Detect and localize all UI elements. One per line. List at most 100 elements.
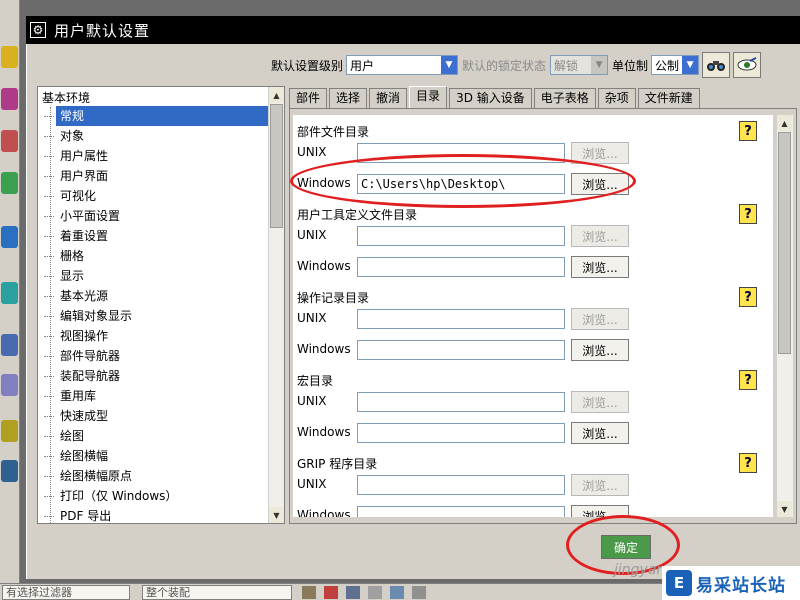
windows-browse-button[interactable]: 浏览...: [571, 339, 629, 361]
cube-icon[interactable]: [390, 585, 404, 599]
tool-icon[interactable]: [1, 460, 18, 482]
tree-item[interactable]: 显示: [44, 266, 284, 286]
windows-browse-button[interactable]: 浏览...: [571, 505, 629, 517]
tree-item[interactable]: 可视化: [44, 186, 284, 206]
windows-label: Windows: [297, 259, 351, 273]
select-icon[interactable]: [324, 585, 338, 599]
chevron-down-icon[interactable]: ▼: [441, 56, 458, 74]
tree-item[interactable]: 视图操作: [44, 326, 284, 346]
tree-item[interactable]: 用户界面: [44, 166, 284, 186]
panel-scrollbar[interactable]: ▲ ▼: [776, 115, 793, 517]
windows-path-field[interactable]: [357, 423, 565, 443]
filter-icon[interactable]: [346, 585, 360, 599]
tree-scrollbar[interactable]: ▲ ▼: [268, 87, 284, 523]
assembly-select[interactable]: 整个装配: [142, 584, 292, 600]
tool-icon[interactable]: [1, 130, 18, 152]
windows-path-field[interactable]: [357, 340, 565, 360]
scroll-up-icon[interactable]: ▲: [269, 87, 284, 103]
tree-item[interactable]: 编辑对象显示: [44, 306, 284, 326]
windows-browse-button[interactable]: 浏览...: [571, 256, 629, 278]
unit-value: 公制: [655, 58, 680, 73]
tool-icon[interactable]: [1, 46, 18, 68]
unix-browse-button: 浏览...: [571, 225, 629, 247]
tree-item[interactable]: PDF 导出: [44, 506, 284, 523]
unix-path-field[interactable]: [357, 226, 565, 246]
tree-item[interactable]: 栅格: [44, 246, 284, 266]
scroll-down-icon[interactable]: ▼: [777, 501, 792, 517]
help-icon[interactable]: ?: [739, 370, 757, 390]
unix-browse-button: 浏览...: [571, 142, 629, 164]
tab[interactable]: 部件: [289, 88, 328, 108]
directory-tab-panel: 部件文件目录? UNIX 浏览... Windows C:\Users\hp\Deskt…: [289, 108, 797, 524]
help-icon[interactable]: ?: [739, 287, 757, 307]
help-icon[interactable]: ?: [739, 121, 757, 141]
tool-icon[interactable]: [1, 374, 18, 396]
chevron-down-icon[interactable]: ▼: [682, 56, 699, 74]
help-icon[interactable]: ?: [739, 453, 757, 473]
tab[interactable]: 撤消: [369, 88, 408, 108]
box-select-icon[interactable]: [368, 585, 382, 599]
snap-icon[interactable]: [302, 585, 316, 599]
unix-path-field[interactable]: [357, 309, 565, 329]
tree-item[interactable]: 用户属性: [44, 146, 284, 166]
tree-item[interactable]: 基本光源: [44, 286, 284, 306]
level-select[interactable]: 用户 ▼: [346, 55, 459, 75]
tree-item[interactable]: 绘图横幅原点: [44, 466, 284, 486]
tool-icon[interactable]: [1, 226, 18, 248]
filter-select[interactable]: 有选择过滤器: [2, 584, 130, 600]
directory-section: 操作记录目录? UNIX 浏览... Windows 浏览...: [293, 287, 773, 373]
tool-icon[interactable]: [1, 88, 18, 110]
tree-item[interactable]: 着重设置: [44, 226, 284, 246]
tool-icon[interactable]: [1, 282, 18, 304]
unix-path-field[interactable]: [357, 475, 565, 495]
windows-path-field[interactable]: [357, 257, 565, 277]
scroll-thumb[interactable]: [270, 104, 283, 228]
scroll-thumb[interactable]: [778, 132, 791, 354]
view-button[interactable]: [733, 52, 762, 78]
tab[interactable]: 3D 输入设备: [449, 88, 532, 108]
unix-path-field[interactable]: [357, 392, 565, 412]
move-icon[interactable]: [412, 585, 426, 599]
directory-section: 用户工具定义文件目录? UNIX 浏览... Windows 浏览...: [293, 204, 773, 290]
scroll-up-icon[interactable]: ▲: [777, 115, 792, 131]
tab[interactable]: 目录: [409, 86, 448, 108]
tree-item[interactable]: 打印（仅 Windows）: [44, 486, 284, 506]
unix-label: UNIX: [297, 145, 327, 159]
tree-item[interactable]: 小平面设置: [44, 206, 284, 226]
scroll-down-icon[interactable]: ▼: [269, 507, 284, 523]
dialog-titlebar[interactable]: ⚙ 用户默认设置: [26, 16, 800, 44]
unit-select[interactable]: 公制 ▼: [651, 55, 700, 75]
tree-item[interactable]: 部件导航器: [44, 346, 284, 366]
tree-item[interactable]: 绘图: [44, 426, 284, 446]
unix-browse-button: 浏览...: [571, 391, 629, 413]
unix-label: UNIX: [297, 228, 327, 242]
level-label: 默认设置级别: [271, 58, 344, 73]
tree-items: 常规 对象 用户属性 用户界面 可视化 小平面设置 着重设置 栅格 显示 基本光源 编辑对象显示 视图…: [38, 106, 284, 523]
tool-icon[interactable]: [1, 334, 18, 356]
logo-icon: E: [666, 570, 692, 596]
unix-label: UNIX: [297, 394, 327, 408]
windows-browse-button[interactable]: 浏览...: [571, 422, 629, 444]
category-tree[interactable]: 基本环境 常规 对象 用户属性 用户界面 可视化 小平面设置 着重设置 栅格 显示 基本光源 编辑对…: [37, 86, 285, 524]
windows-path-field[interactable]: [357, 506, 565, 517]
tab[interactable]: 电子表格: [533, 88, 596, 108]
tab[interactable]: 文件新建: [637, 88, 700, 108]
windows-browse-button[interactable]: 浏览...: [571, 173, 629, 195]
ok-button[interactable]: 确定: [601, 535, 651, 559]
tree-item[interactable]: 常规: [44, 106, 284, 126]
find-button[interactable]: [702, 52, 731, 78]
tree-item[interactable]: 装配导航器: [44, 366, 284, 386]
tree-guide-line: [50, 107, 51, 523]
tree-item[interactable]: 对象: [44, 126, 284, 146]
windows-path-field[interactable]: C:\Users\hp\Desktop\: [357, 174, 565, 194]
tool-icon[interactable]: [1, 172, 18, 194]
tree-item[interactable]: 重用库: [44, 386, 284, 406]
tree-root[interactable]: 基本环境: [38, 87, 284, 106]
tree-item[interactable]: 快速成型: [44, 406, 284, 426]
tab[interactable]: 杂项: [597, 88, 636, 108]
tab[interactable]: 选择: [329, 88, 368, 108]
tree-item[interactable]: 绘图横幅: [44, 446, 284, 466]
help-icon[interactable]: ?: [739, 204, 757, 224]
unix-path-field[interactable]: [357, 143, 565, 163]
tool-icon[interactable]: [1, 420, 18, 442]
